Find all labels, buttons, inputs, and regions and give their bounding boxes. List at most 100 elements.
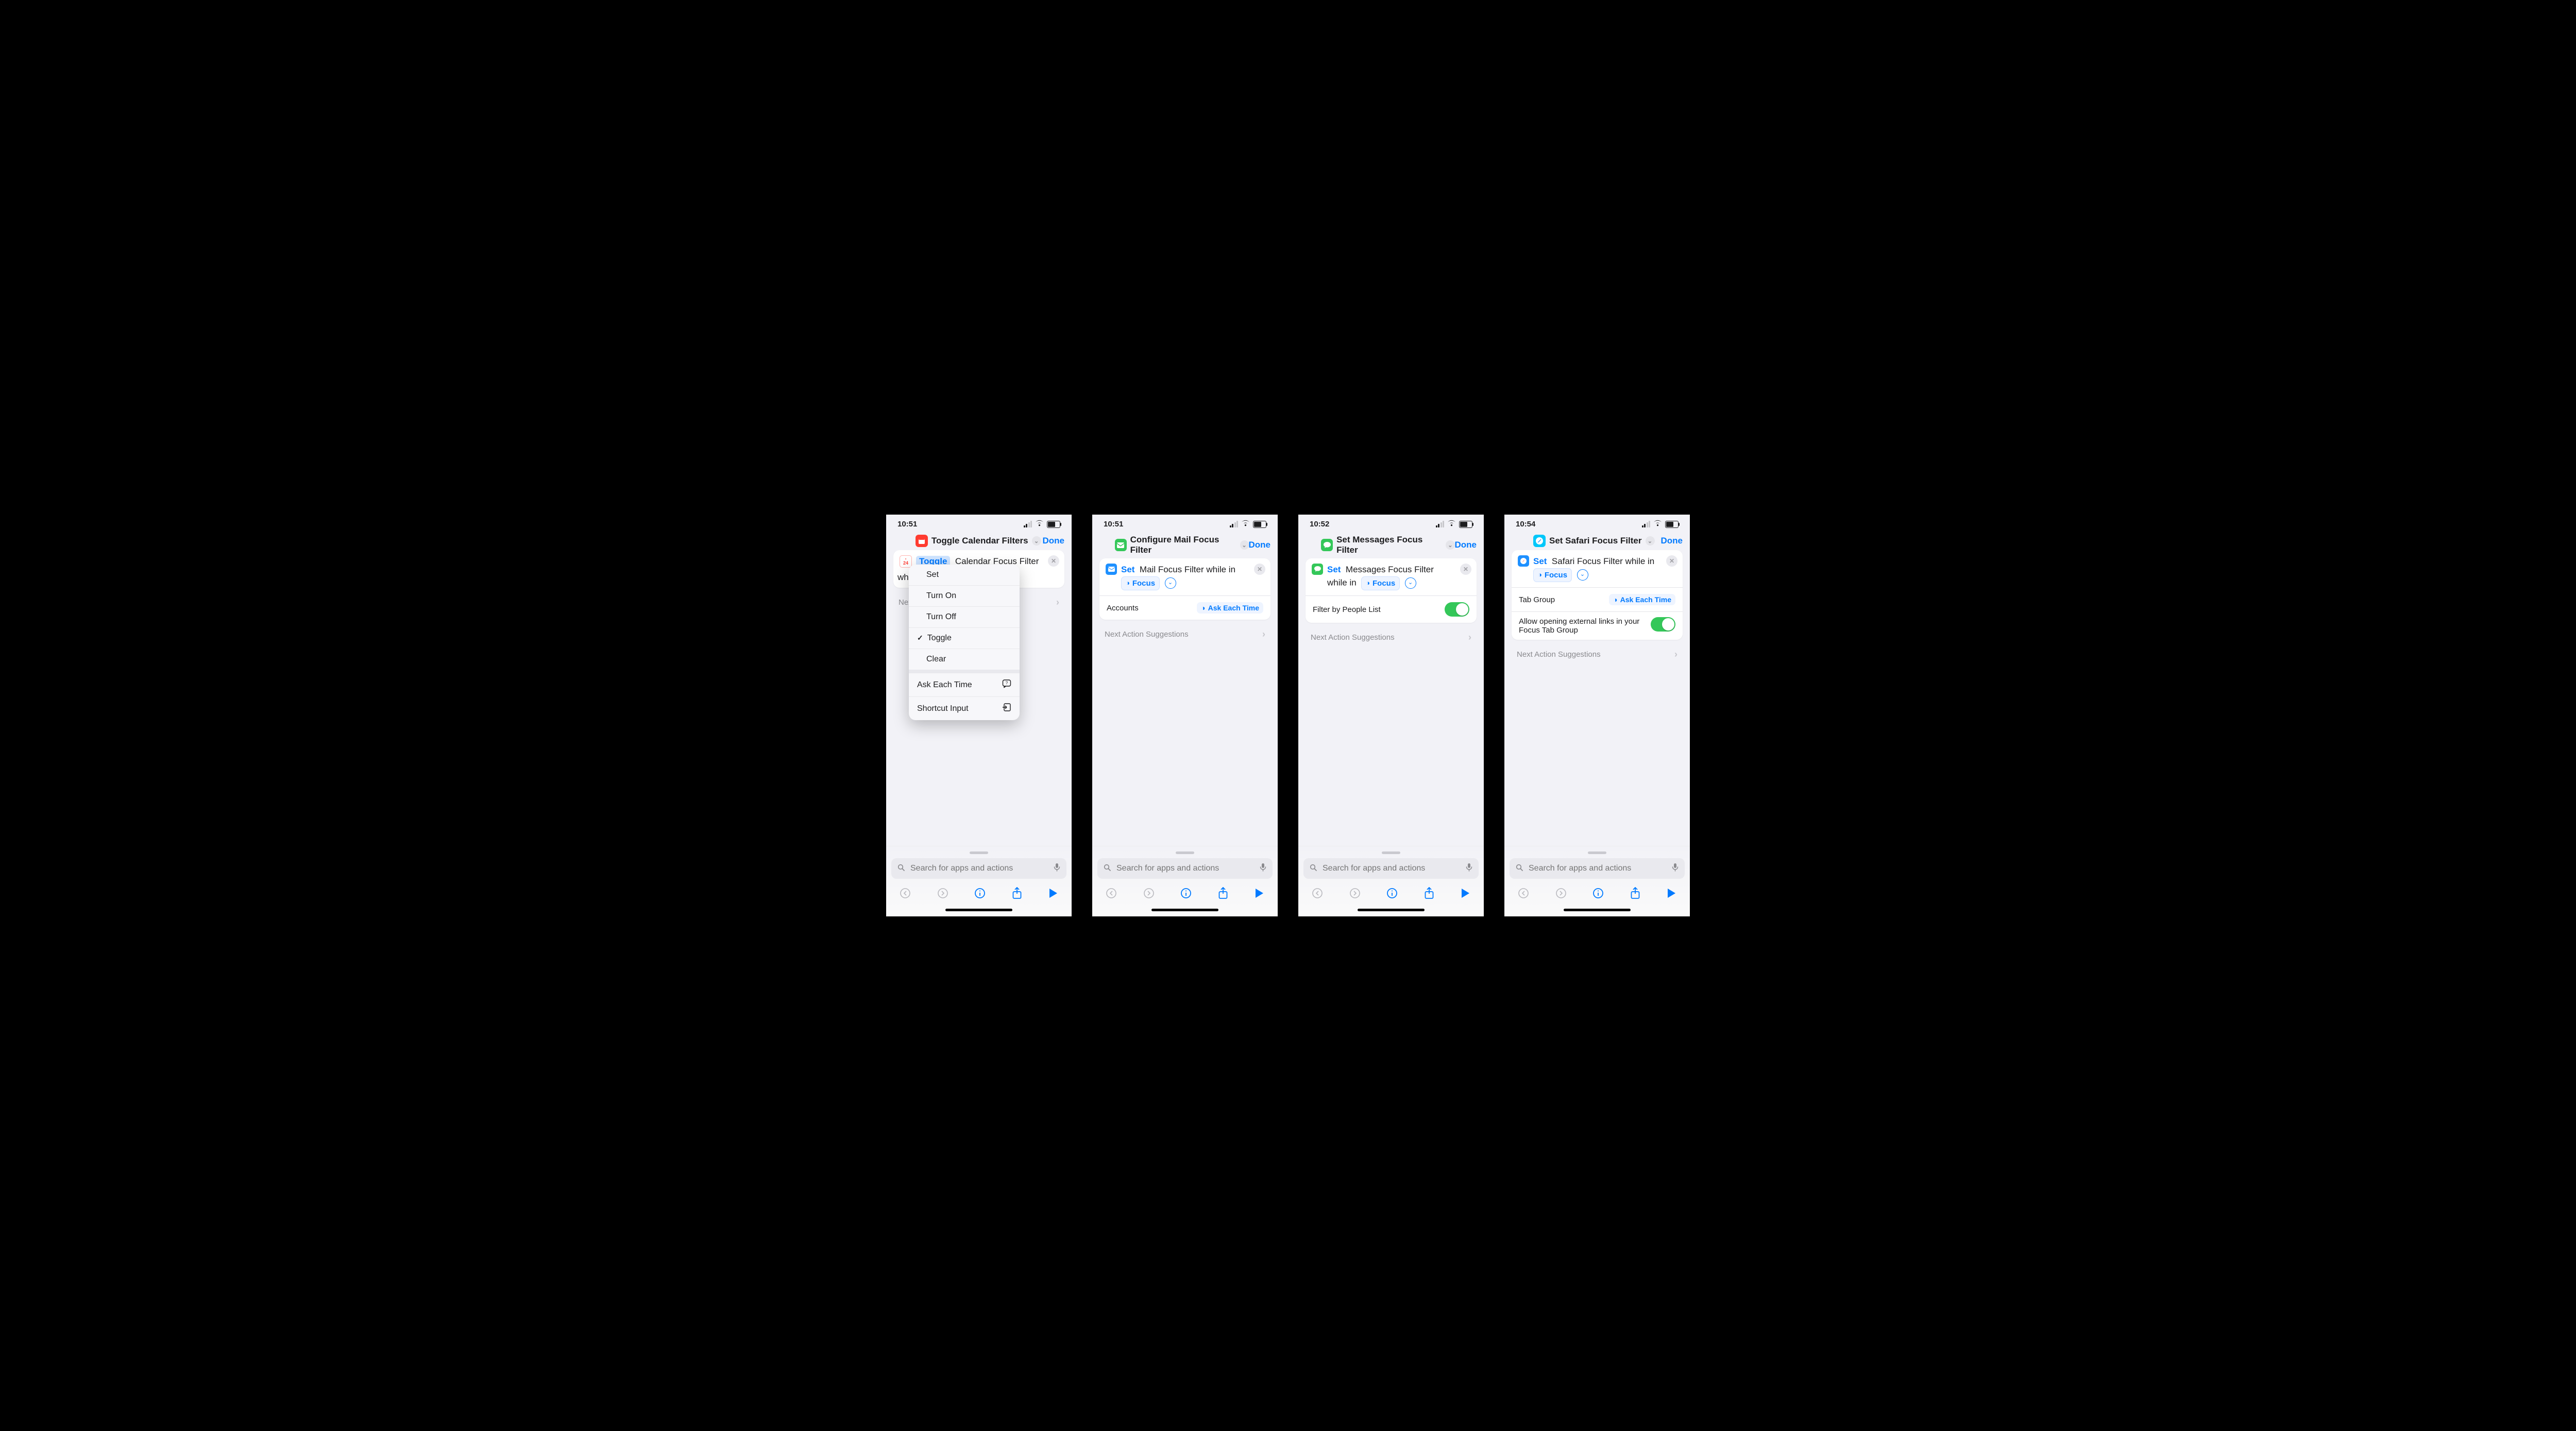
verb-token[interactable]: Set (1121, 565, 1134, 574)
mic-icon[interactable] (1672, 863, 1679, 874)
cellular-icon (1642, 521, 1651, 527)
verb-token[interactable]: Set (1327, 565, 1341, 574)
mic-icon[interactable] (1466, 863, 1472, 874)
shortcut-input-icon (1002, 703, 1011, 714)
next-action-suggestions[interactable]: Next Action Suggestions› (1306, 623, 1477, 643)
share-icon[interactable] (1012, 887, 1022, 902)
action-card[interactable]: Set Mail Focus Filter while in ◑Focus ⌄ … (1099, 558, 1270, 620)
wifi-icon (1035, 520, 1044, 529)
tab-group-row[interactable]: Tab Group ◑Ask Each Time (1512, 587, 1683, 611)
chevron-down-icon[interactable]: ⌄ (1165, 577, 1176, 589)
menu-item-turn-on[interactable]: Turn On (909, 585, 1020, 606)
search-input[interactable] (1321, 863, 1462, 874)
info-icon[interactable] (1592, 888, 1604, 902)
search-field[interactable] (891, 858, 1066, 879)
search-field[interactable] (1303, 858, 1479, 879)
menu-item-clear[interactable]: Clear (909, 649, 1020, 670)
play-icon[interactable] (1254, 888, 1264, 902)
search-input[interactable] (1115, 863, 1256, 874)
chevron-right-icon: › (1674, 649, 1677, 660)
svg-text:?: ? (1006, 681, 1008, 686)
verb-token[interactable]: Set (1533, 556, 1547, 566)
close-icon[interactable]: ✕ (1460, 564, 1471, 575)
mic-icon[interactable] (1260, 863, 1266, 874)
redo-icon[interactable] (1349, 888, 1361, 902)
chevron-down-icon[interactable]: ⌄ (1240, 540, 1249, 550)
redo-icon[interactable] (937, 888, 948, 902)
external-links-row[interactable]: Allow opening external links in your Foc… (1512, 611, 1683, 640)
info-icon[interactable] (1180, 888, 1192, 902)
focus-chip[interactable]: ◑Focus (1361, 576, 1400, 591)
next-action-suggestions[interactable]: Next Action Suggestions› (1512, 640, 1683, 660)
done-button[interactable]: Done (1043, 536, 1065, 546)
home-indicator (1358, 909, 1425, 911)
action-text-1: Messages Focus Filter (1346, 565, 1434, 574)
done-button[interactable]: Done (1249, 540, 1271, 550)
menu-item-shortcut-input[interactable]: Shortcut Input (909, 696, 1020, 720)
share-icon[interactable] (1630, 887, 1640, 902)
ask-each-time-icon: ? (1002, 679, 1011, 691)
undo-icon[interactable] (1312, 888, 1323, 902)
ask-each-time-pill[interactable]: ◑Ask Each Time (1197, 602, 1263, 614)
menu-item-turn-off[interactable]: Turn Off (909, 606, 1020, 627)
share-icon[interactable] (1424, 887, 1434, 902)
filter-row[interactable]: Filter by People List (1306, 595, 1477, 623)
sheet-grabber[interactable] (970, 851, 988, 854)
sheet-grabber[interactable] (1588, 851, 1606, 854)
undo-icon[interactable] (1518, 888, 1529, 902)
mic-icon[interactable] (1054, 863, 1060, 874)
cellular-icon (1024, 521, 1032, 527)
focus-icon: ◑ (1126, 578, 1130, 588)
info-icon[interactable] (1386, 888, 1398, 902)
next-action-suggestions[interactable]: Next Action Suggestions› (1099, 620, 1270, 640)
focus-chip[interactable]: ◑Focus (1533, 568, 1572, 583)
chevron-down-icon[interactable]: ⌄ (1446, 540, 1454, 550)
calendar-icon: •24 (900, 555, 912, 568)
undo-icon[interactable] (1106, 888, 1117, 902)
play-icon[interactable] (1048, 888, 1058, 902)
done-button[interactable]: Done (1661, 536, 1683, 546)
share-icon[interactable] (1218, 887, 1228, 902)
undo-icon[interactable] (900, 888, 911, 902)
search-field[interactable] (1510, 858, 1685, 879)
screenshot-messages: 10:52 Set Messages Focus Filter ⌄ Done (1298, 515, 1484, 916)
sheet-grabber[interactable] (1176, 851, 1194, 854)
nav-bar: Set Safari Focus Filter ⌄ Done (1504, 530, 1690, 550)
menu-item-toggle[interactable]: Toggle (909, 627, 1020, 649)
search-input[interactable] (909, 863, 1049, 874)
bottom-sheet (886, 846, 1072, 916)
focus-icon: ◑ (1366, 578, 1370, 588)
chevron-down-icon[interactable]: ⌄ (1405, 577, 1416, 589)
action-card[interactable]: Set Messages Focus Filter while in ◑Focu… (1306, 558, 1477, 623)
info-icon[interactable] (974, 888, 986, 902)
play-icon[interactable] (1460, 888, 1470, 902)
status-time: 10:52 (1310, 520, 1329, 529)
redo-icon[interactable] (1143, 888, 1155, 902)
screenshot-safari: 10:54 Set Safari Focus Filter ⌄ Done (1504, 515, 1690, 916)
filter-toggle[interactable] (1445, 602, 1469, 617)
chevron-down-icon[interactable]: ⌄ (1032, 536, 1041, 546)
play-icon[interactable] (1666, 888, 1676, 902)
redo-icon[interactable] (1555, 888, 1567, 902)
done-button[interactable]: Done (1455, 540, 1477, 550)
accounts-row[interactable]: Accounts ◑Ask Each Time (1099, 595, 1270, 620)
close-icon[interactable]: ✕ (1666, 555, 1677, 567)
close-icon[interactable]: ✕ (1048, 555, 1059, 567)
sheet-grabber[interactable] (1382, 851, 1400, 854)
close-icon[interactable]: ✕ (1254, 564, 1265, 575)
ask-each-time-pill[interactable]: ◑Ask Each Time (1609, 594, 1675, 605)
status-bar: 10:52 (1298, 515, 1484, 530)
menu-item-set[interactable]: Set (909, 565, 1020, 585)
action-card[interactable]: Set Safari Focus Filter while in ◑Focus … (1512, 550, 1683, 640)
nav-title: Configure Mail Focus Filter (1130, 535, 1236, 555)
search-field[interactable] (1097, 858, 1273, 879)
search-input[interactable] (1528, 863, 1668, 874)
chevron-down-icon[interactable]: ⌄ (1577, 569, 1588, 581)
menu-item-ask-each-time[interactable]: Ask Each Time ? (909, 673, 1020, 696)
battery-icon (1459, 521, 1472, 528)
focus-chip[interactable]: ◑Focus (1121, 576, 1160, 591)
action-text: Safari Focus Filter while in (1552, 556, 1654, 566)
chevron-down-icon[interactable]: ⌄ (1646, 536, 1655, 546)
status-bar: 10:51 (1092, 515, 1278, 530)
external-links-toggle[interactable] (1651, 617, 1675, 632)
